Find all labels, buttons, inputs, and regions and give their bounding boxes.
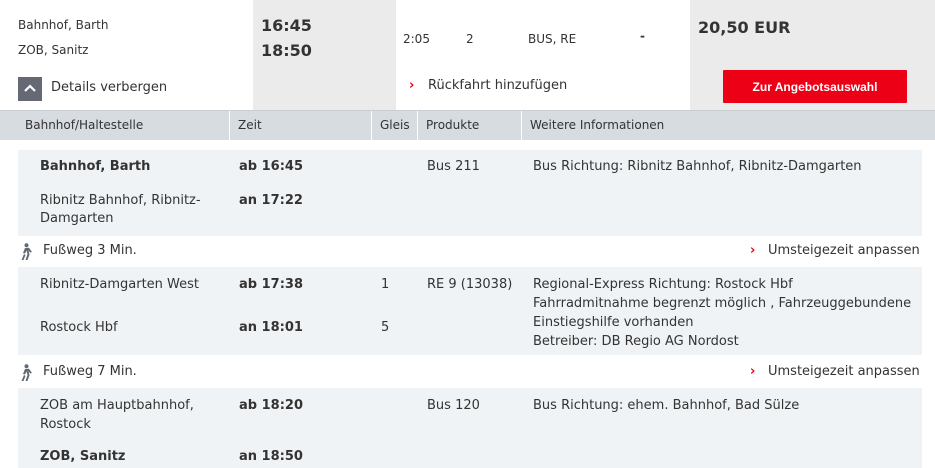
summary-price: 20,50 EUR [698,18,791,37]
summary-from-station: Bahnhof, Barth [18,18,109,32]
chevron-right-icon: › [750,364,756,379]
col-header-track: Gleis [371,111,417,141]
summary-times-panel: 16:45 18:50 [253,0,396,110]
leg3-product[interactable]: Bus 120 [427,396,480,415]
col-header-info: Weitere Informationen [521,111,935,141]
walk2-adjust-label[interactable]: Umsteigezeit anpassen [768,364,920,379]
leg1-arr-station-line2: Damgarten [40,211,114,226]
col-header-time: Zeit [229,111,371,141]
leg3-arr-station: ZOB, Sanitz [40,449,126,464]
summary-connection-panel: 2:05 2 BUS, RE - › Rückfahrt hinzufügen [396,0,690,110]
details-toggle-label[interactable]: Details verbergen [51,80,167,95]
leg2-arr-track: 5 [381,320,390,335]
chevron-up-icon[interactable] [18,77,42,101]
table-header: Bahnhof/Haltestelle Zeit Gleis Produkte … [0,110,935,141]
pedestrian-icon [19,243,33,265]
leg1-arr-station-line1: Ribnitz Bahnhof, Ribnitz- [40,193,201,208]
summary-to-station: ZOB, Sanitz [18,43,89,57]
col-header-products: Produkte [417,111,521,141]
offer-select-button[interactable]: Zur Angebotsauswahl [723,70,907,103]
col-header-station: Bahnhof/Haltestelle [25,118,144,132]
leg3-arr-time: an 18:50 [239,449,303,464]
leg1-info: Bus Richtung: Ribnitz Bahnhof, Ribnitz-D… [533,159,862,174]
chevron-right-icon: › [409,78,415,93]
leg2-arr-station: Rostock Hbf [40,320,118,335]
leg3-dep-station-line1: ZOB am Hauptbahnhof, [40,398,194,413]
walk1-adjust-label[interactable]: Umsteigezeit anpassen [768,243,920,258]
summary-changes: 2 [466,32,474,46]
chevron-right-icon: › [750,243,756,258]
summary-products: BUS, RE [528,32,577,46]
leg3-dep-station-line2: Rostock [40,417,91,432]
leg2-info-line3: Einstiegshilfe vorhanden [533,315,694,330]
leg1-dep-station: Bahnhof, Barth [40,159,151,174]
leg2-dep-station: Ribnitz-Damgarten West [40,277,199,292]
leg2-info-line2: Fahrradmitnahme begrenzt möglich , Fahrz… [533,296,912,311]
leg2-dep-track: 1 [381,277,390,292]
leg2-info-line4: Betreiber: DB Regio AG Nordost [533,334,739,349]
summary-arr-time: 18:50 [261,41,312,60]
walk1-label: Fußweg 3 Min. [43,243,137,258]
summary-duration: 2:05 [403,32,430,46]
pedestrian-icon [19,364,33,386]
leg2-arr-time: an 18:01 [239,320,303,335]
leg2-dep-time: ab 17:38 [239,277,303,292]
summary-dep-time: 16:45 [261,16,312,35]
return-trip-label[interactable]: Rückfahrt hinzufügen [428,78,567,93]
summary-extra: - [640,29,645,43]
leg1-arr-time: an 17:22 [239,193,303,208]
leg2-info-line1: Regional-Express Richtung: Rostock Hbf [533,277,793,292]
walk2-label: Fußweg 7 Min. [43,364,137,379]
leg1-product[interactable]: Bus 211 [427,157,480,176]
leg2-product[interactable]: RE 9 (13038) [427,275,512,294]
leg3-dep-time: ab 18:20 [239,398,303,413]
leg1-dep-time: ab 16:45 [239,159,303,174]
leg3-info: Bus Richtung: ehem. Bahnhof, Bad Sülze [533,398,800,413]
